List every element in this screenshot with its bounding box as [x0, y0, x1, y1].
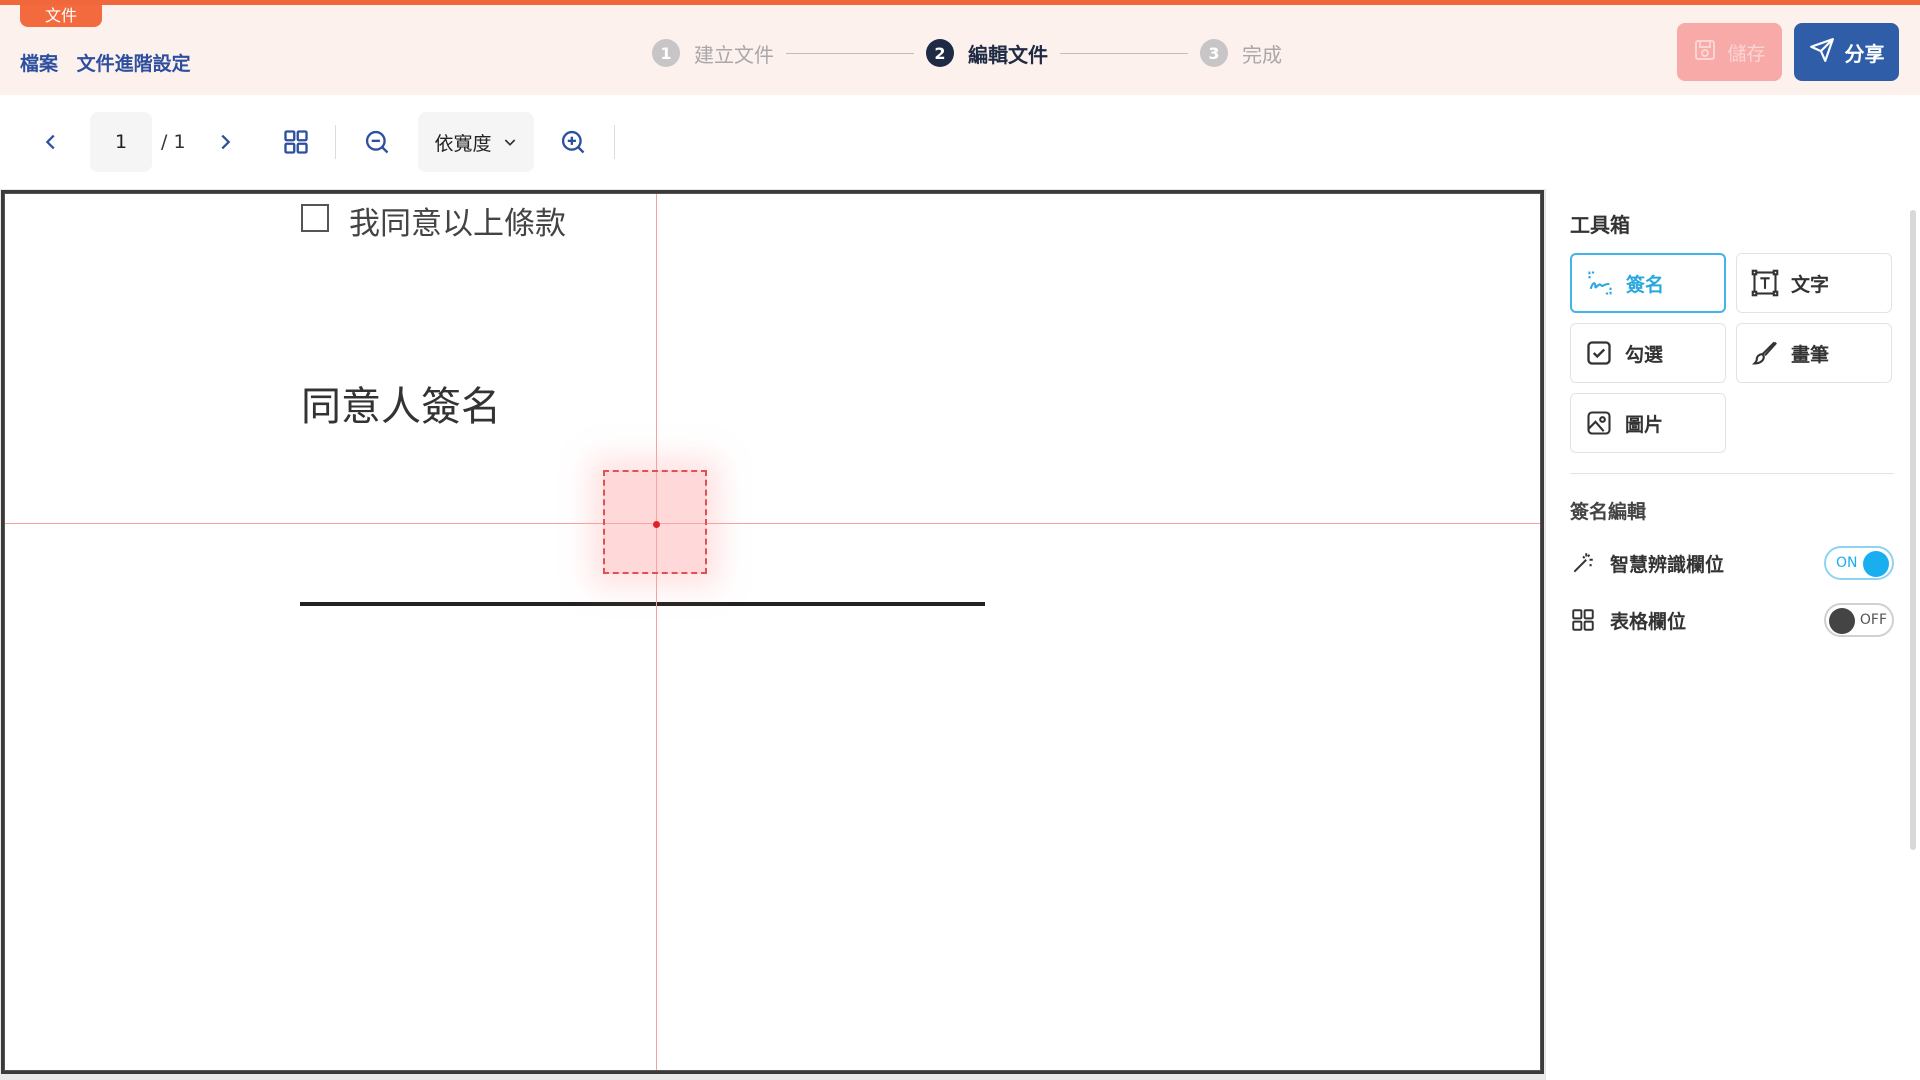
image-icon	[1587, 411, 1611, 435]
table-field-toggle-state: OFF	[1859, 612, 1887, 628]
tool-checkbox[interactable]: 勾選	[1570, 323, 1726, 383]
table-field-label: 表格欄位	[1610, 610, 1687, 633]
step-1-label: 建立文件	[694, 42, 774, 67]
text-box-icon	[1751, 269, 1779, 297]
agree-checkbox	[301, 204, 329, 232]
header-links: 檔案 文件進階設定	[20, 49, 203, 76]
save-label: 儲存	[1727, 42, 1766, 65]
grid-icon	[284, 130, 308, 154]
tool-signature-label: 簽名	[1626, 273, 1665, 296]
signature-line	[300, 602, 985, 606]
smart-detect-option: 智慧辨識欄位 ON	[1570, 543, 1894, 583]
save-icon	[1693, 38, 1727, 67]
tool-text-label: 文字	[1791, 273, 1830, 296]
chevron-right-icon	[221, 134, 231, 150]
tool-signature[interactable]: 簽名	[1570, 253, 1726, 313]
crosshair-center-dot	[653, 521, 660, 528]
zoom-in-button[interactable]	[556, 125, 590, 159]
tool-text[interactable]: 文字	[1736, 253, 1892, 313]
toggle-knob	[1863, 551, 1889, 577]
share-label: 分享	[1844, 41, 1885, 66]
toggle-knob	[1829, 608, 1855, 634]
vertical-guide-line	[656, 194, 657, 1070]
thumbnail-grid-button[interactable]	[279, 125, 313, 159]
checkbox-icon	[1587, 341, 1611, 365]
signature-icon	[1588, 271, 1612, 295]
panel-divider	[1570, 473, 1894, 474]
zoom-mode-select[interactable]: 依寬度	[418, 112, 534, 172]
tool-checkbox-label: 勾選	[1625, 343, 1664, 366]
chevron-down-icon	[504, 139, 515, 146]
tool-image[interactable]: 圖片	[1570, 393, 1726, 453]
tool-brush-label: 畫筆	[1791, 343, 1830, 366]
step-indicator: 1 建立文件 2 編輯文件 3 完成	[652, 38, 1282, 68]
share-button[interactable]: 分享	[1794, 23, 1899, 81]
step-2-number: 2	[926, 39, 954, 67]
signature-title: 同意人簽名	[301, 384, 501, 430]
send-icon	[1809, 37, 1845, 68]
signature-edit-title: 簽名編輯	[1570, 501, 1647, 523]
document-page[interactable]: 我同意以上條款 同意人簽名	[4, 193, 1541, 1071]
magic-wand-icon	[1573, 553, 1593, 573]
step-3-number: 3	[1200, 39, 1228, 67]
step-create: 1 建立文件	[652, 39, 774, 68]
zoom-out-icon	[365, 130, 389, 154]
step-2-label: 編輯文件	[968, 42, 1048, 67]
previous-page-button[interactable]	[36, 127, 66, 157]
page-total: / 1	[161, 131, 186, 153]
step-complete: 3 完成	[1200, 39, 1282, 68]
document-canvas: 我同意以上條款 同意人簽名	[0, 189, 1545, 1080]
zoom-mode-value: 依寬度	[434, 132, 492, 155]
step-1-number: 1	[652, 39, 680, 67]
next-page-button[interactable]	[210, 127, 240, 157]
document-toolbar: 1 / 1 依寬度	[0, 95, 1920, 189]
tool-brush[interactable]: 畫筆	[1736, 323, 1892, 383]
table-field-option: 表格欄位 OFF	[1570, 600, 1894, 640]
toolbox-panel: 工具箱 簽名 文字 勾選 畫筆 圖片 簽名編輯 智慧辨識欄位 ON 表格欄位 O…	[1545, 189, 1920, 1080]
step-3-label: 完成	[1242, 42, 1282, 67]
smart-detect-toggle[interactable]: ON	[1824, 546, 1894, 580]
page-number-input[interactable]: 1	[90, 112, 152, 172]
step-connector	[1060, 52, 1188, 54]
horizontal-guide-line	[5, 523, 1540, 524]
smart-detect-label: 智慧辨識欄位	[1610, 553, 1725, 576]
brush-icon	[1751, 341, 1777, 365]
advanced-settings-link[interactable]: 文件進階設定	[77, 53, 191, 75]
tool-image-label: 圖片	[1625, 413, 1664, 436]
save-button[interactable]: 儲存	[1677, 23, 1782, 81]
step-connector	[786, 52, 914, 54]
toolbar-divider	[614, 125, 615, 159]
agree-text: 我同意以上條款	[349, 206, 566, 242]
table-field-toggle[interactable]: OFF	[1824, 603, 1894, 637]
document-tag: 文件	[20, 5, 102, 27]
zoom-out-button[interactable]	[360, 125, 394, 159]
table-grid-icon	[1572, 609, 1594, 631]
chevron-left-icon	[45, 134, 55, 150]
file-link[interactable]: 檔案	[20, 53, 58, 75]
toolbox-title: 工具箱	[1570, 213, 1630, 237]
panel-scrollbar[interactable]	[1910, 210, 1916, 850]
toolbar-divider	[335, 125, 336, 159]
smart-detect-toggle-state: ON	[1836, 555, 1858, 571]
top-header: 文件 檔案 文件進階設定 1 建立文件 2 編輯文件 3 完成 儲存 分享	[0, 0, 1920, 95]
zoom-in-icon	[561, 130, 585, 154]
step-edit: 2 編輯文件	[926, 39, 1048, 68]
